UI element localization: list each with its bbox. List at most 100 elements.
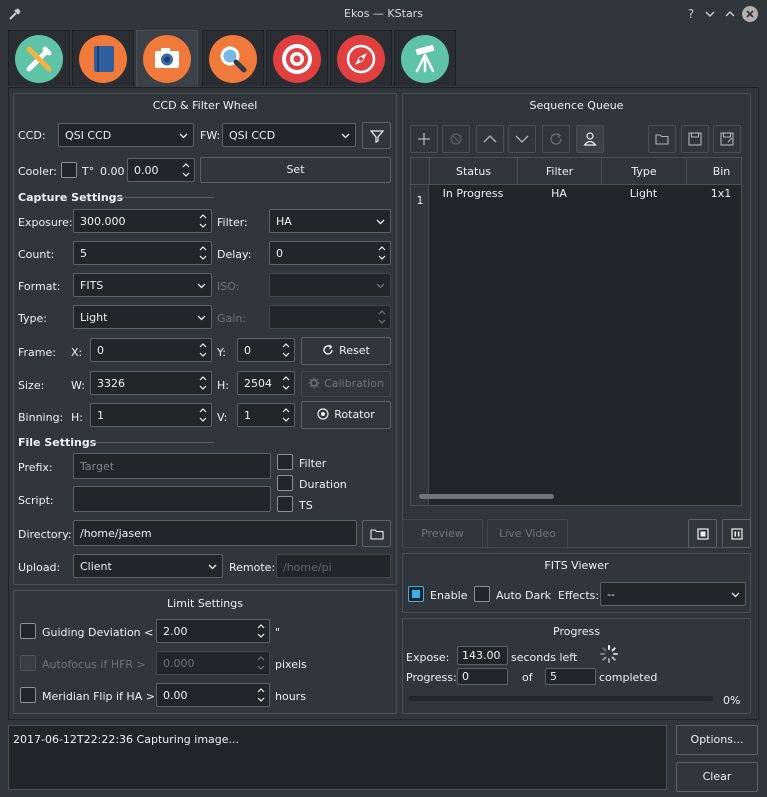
- column-header-filter[interactable]: Filter: [517, 158, 601, 185]
- tab-scheduler[interactable]: [72, 30, 134, 86]
- frame-type-select[interactable]: Light: [73, 305, 212, 329]
- open-queue-button[interactable]: [648, 125, 676, 153]
- browse-directory-button[interactable]: [362, 520, 391, 547]
- reset-queue-button[interactable]: [542, 125, 570, 153]
- clear-log-button[interactable]: Clear: [676, 762, 758, 792]
- timestamp-suffix-checkbox[interactable]: [277, 496, 293, 512]
- count-label: Count:: [18, 248, 55, 261]
- fits-enable-checkbox[interactable]: [408, 586, 424, 602]
- column-header-status[interactable]: Status: [429, 158, 517, 185]
- spin-arrows-icon[interactable]: [256, 686, 266, 704]
- reset-frame-label: Reset: [339, 344, 370, 357]
- tab-align[interactable]: [266, 30, 328, 86]
- spin-arrows-icon[interactable]: [181, 161, 191, 179]
- temperature-setpoint-spinbox[interactable]: 0.00: [127, 158, 195, 182]
- tab-ccd[interactable]: [136, 30, 198, 88]
- spin-arrows-icon[interactable]: [281, 406, 291, 424]
- help-button[interactable]: ?: [683, 6, 699, 22]
- width-spinbox[interactable]: 3326: [90, 371, 212, 395]
- count-spinbox[interactable]: 5: [73, 241, 212, 265]
- column-header-bin[interactable]: Bin: [686, 158, 741, 185]
- remote-directory-input[interactable]: /home/pi: [276, 554, 391, 578]
- spin-arrows-icon[interactable]: [256, 622, 266, 640]
- spin-arrows-icon[interactable]: [281, 374, 291, 392]
- prefix-input[interactable]: Target: [73, 453, 271, 479]
- delay-spinbox[interactable]: 0: [269, 241, 391, 265]
- start-sequence-button[interactable]: [576, 125, 604, 153]
- cooler-checkbox[interactable]: [61, 162, 77, 178]
- gain-spinbox[interactable]: [269, 305, 391, 329]
- tab-focus[interactable]: [202, 30, 264, 86]
- filter-suffix-checkbox[interactable]: [277, 454, 293, 470]
- guiding-deviation-spinbox[interactable]: 2.00: [156, 619, 270, 643]
- live-video-button[interactable]: Live Video: [487, 519, 568, 548]
- frame-x-spinbox[interactable]: 0: [90, 338, 212, 362]
- spin-arrows-icon[interactable]: [198, 406, 208, 424]
- total-count-output: 5: [545, 668, 596, 685]
- sequence-queue-table[interactable]: Status Filter Type Bin 1 In Progress HA …: [410, 157, 742, 506]
- close-button[interactable]: [742, 6, 758, 22]
- spin-arrows-icon[interactable]: [377, 244, 387, 262]
- binning-h-spinbox[interactable]: 1: [90, 403, 212, 427]
- spin-arrows-icon[interactable]: [198, 341, 208, 359]
- upload-mode-select[interactable]: Client: [73, 554, 223, 578]
- script-input[interactable]: [73, 486, 271, 512]
- ccd-select[interactable]: QSI CCD: [58, 123, 194, 147]
- options-button[interactable]: Options...: [676, 725, 758, 755]
- spin-arrows-icon[interactable]: [198, 212, 208, 230]
- format-select[interactable]: FITS: [73, 273, 212, 297]
- guiding-deviation-label: Guiding Deviation <: [42, 626, 154, 639]
- rotator-button[interactable]: Rotator: [301, 401, 391, 429]
- filter-select[interactable]: HA: [269, 209, 391, 233]
- binning-v-spinbox[interactable]: 1: [237, 403, 295, 427]
- frame-y-spinbox[interactable]: 0: [237, 338, 295, 362]
- spin-arrows-icon[interactable]: [198, 374, 208, 392]
- progress-label: Progress:: [406, 671, 457, 684]
- autofocus-hfr-checkbox[interactable]: [20, 655, 36, 671]
- tab-setup[interactable]: [8, 30, 70, 86]
- table-row[interactable]: 1 In Progress HA Light 1x1: [411, 185, 741, 213]
- duration-suffix-checkbox[interactable]: [277, 475, 293, 491]
- tab-guide[interactable]: [330, 30, 392, 86]
- limit-settings-title: Limit Settings: [167, 597, 243, 610]
- reset-frame-button[interactable]: Reset: [301, 337, 391, 365]
- iso-select[interactable]: [269, 273, 391, 297]
- exposure-spinbox[interactable]: 300.000: [73, 209, 212, 233]
- preview-button[interactable]: Preview: [402, 519, 483, 548]
- stop-icon: [696, 528, 709, 540]
- cell-filter: HA: [551, 187, 567, 200]
- horizontal-scrollbar[interactable]: [419, 494, 554, 499]
- log-output[interactable]: 2017-06-12T22:22:36 Capturing image...: [8, 725, 667, 790]
- auto-dark-checkbox[interactable]: [474, 586, 490, 602]
- calibration-button[interactable]: Calibration: [301, 371, 391, 397]
- temperature-setpoint-value: 0.00: [134, 164, 159, 177]
- save-queue-button[interactable]: [681, 125, 709, 153]
- delay-label: Delay:: [217, 248, 252, 261]
- remove-job-button[interactable]: [442, 125, 470, 153]
- minimize-button[interactable]: [702, 6, 718, 22]
- effects-select[interactable]: --: [600, 582, 746, 606]
- set-temperature-button[interactable]: Set: [200, 157, 391, 183]
- save-queue-as-button[interactable]: [713, 125, 741, 153]
- spin-arrows-icon[interactable]: [281, 341, 291, 359]
- height-spinbox[interactable]: 2504: [237, 371, 295, 395]
- directory-input[interactable]: /home/jasem: [73, 520, 357, 546]
- move-down-button[interactable]: [508, 125, 536, 153]
- of-label: of: [522, 671, 533, 684]
- filter-wheel-select[interactable]: QSI CCD: [222, 123, 356, 147]
- move-up-button[interactable]: [476, 125, 504, 153]
- maximize-button[interactable]: [722, 6, 738, 22]
- pause-button[interactable]: [722, 519, 751, 548]
- chevron-down-icon: [197, 283, 206, 289]
- stop-button[interactable]: [688, 519, 717, 548]
- filter-settings-button[interactable]: [362, 122, 391, 149]
- add-job-button[interactable]: [410, 125, 438, 153]
- meridian-flip-spinbox[interactable]: 0.00: [156, 683, 270, 707]
- autofocus-hfr-label: Autofocus if HFR >: [42, 658, 146, 671]
- spin-arrows-icon[interactable]: [198, 244, 208, 262]
- column-header-type[interactable]: Type: [601, 158, 686, 185]
- autofocus-hfr-spinbox[interactable]: 0.000: [156, 651, 270, 675]
- tab-mount[interactable]: [394, 30, 456, 86]
- guiding-deviation-checkbox[interactable]: [20, 623, 36, 639]
- meridian-flip-checkbox[interactable]: [20, 687, 36, 703]
